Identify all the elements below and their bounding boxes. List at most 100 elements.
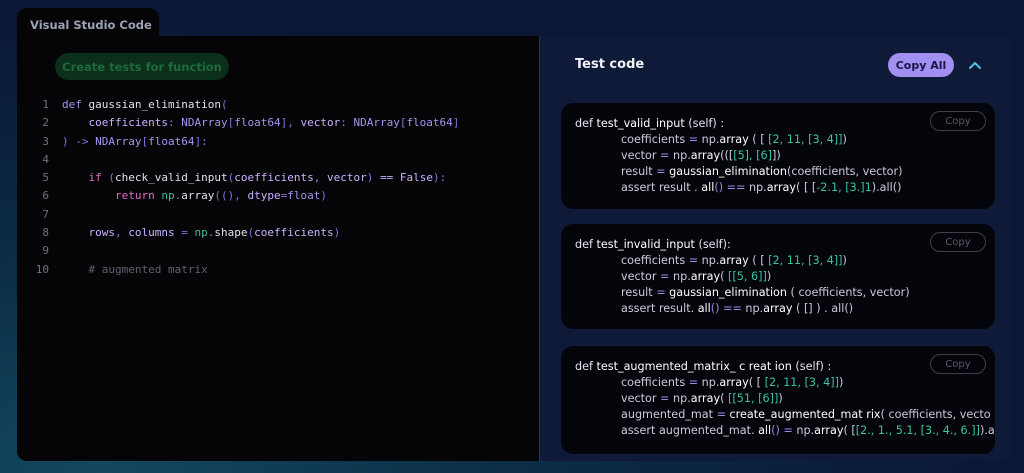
code-token: = [656, 270, 673, 283]
code-token: = [685, 133, 702, 146]
copy-all-button[interactable]: Copy All [888, 53, 954, 77]
code-token: (self) : [684, 117, 725, 130]
code-token: vector [300, 116, 341, 130]
code-token: ( [] ) . all() [792, 302, 854, 315]
code-token: shape [214, 226, 248, 240]
code-token: : [340, 116, 347, 130]
code-token: rows [88, 226, 116, 240]
code-token: [2., 1., 5.1, [3., 4., 6.]] [855, 424, 980, 437]
line-number: 1 [42, 98, 49, 111]
code-token: (([ [720, 149, 734, 162]
code-token: [5], [6] [733, 149, 773, 162]
code-token: ) [320, 189, 327, 203]
code-token: np. [673, 149, 691, 162]
code-token: ( [720, 392, 729, 405]
code-token: [2, 11, [3, 4]] [768, 254, 843, 267]
code-token: ( [ [748, 133, 769, 146]
code-line: 7 [17, 206, 539, 224]
code-token: np. [701, 133, 720, 146]
code-token: test_augmented_matrix_ c reat ion [596, 360, 792, 373]
create-tests-button[interactable]: Create tests for function [55, 53, 229, 80]
code-lines[interactable]: 1 def gaussian_elimination ( 2 coefficient… [17, 96, 539, 279]
code-token: np. [673, 392, 691, 405]
test-line: augmented_mat = create_augmented_mat rix… [621, 407, 991, 422]
code-token: return [114, 189, 155, 203]
code-token: ( [108, 171, 115, 185]
code-token: ] [452, 116, 460, 130]
test-line: assert augmented_mat. all() = np.array( … [621, 423, 995, 438]
code-token: np. [673, 270, 691, 283]
code-token: float [287, 189, 321, 203]
code-token: all [758, 424, 772, 437]
code-token: def [575, 238, 597, 251]
code-token: gaussian_elimination [88, 98, 221, 111]
code-token: coefficients [621, 133, 686, 146]
code-token: = [652, 286, 670, 299]
copy-button[interactable]: Copy [930, 111, 986, 131]
test-code-panel: Test code Copy All Copy def test_valid_i… [539, 36, 1013, 461]
code-token: array [690, 392, 721, 405]
code-token: ) [766, 270, 772, 283]
code-token: , [313, 171, 321, 185]
code-token: = [685, 376, 702, 389]
code-token: def [62, 98, 82, 111]
code-token: coefficients [621, 376, 686, 389]
code-token: = [652, 165, 670, 178]
test-line: def test_valid_input (self) : [575, 116, 724, 131]
test-line: coefficients = np.array( [ [2, 11, [3, 4… [621, 375, 843, 390]
test-card-valid-input: Copy def test_valid_input (self) : coeff… [561, 103, 995, 209]
code-token: result [621, 286, 653, 299]
code-token: [[5, 6]] [728, 270, 767, 283]
app-window: Create tests for function 1 def gaussian_… [17, 36, 1013, 461]
code-token: = [685, 254, 702, 267]
copy-button[interactable]: Copy [930, 232, 986, 252]
code-token: [2, 11, [3, 4]] [764, 376, 839, 389]
test-line: assert result . all() == np.array( [ [-2… [621, 180, 901, 195]
test-line: assert result. all() == np.array ( [] ) … [621, 301, 853, 316]
code-token: assert augmented_mat. [621, 424, 759, 437]
code-token: = [656, 149, 673, 162]
code-token: ( coefficients, vector) [787, 286, 910, 299]
copy-button[interactable]: Copy [930, 354, 986, 374]
code-token: (self): [694, 238, 731, 251]
code-editor[interactable]: Create tests for function 1 def gaussian_… [17, 36, 539, 461]
code-token: (coefficients, vector) [787, 165, 903, 178]
code-line: 2 coefficients: NDArray[float64], vector… [17, 114, 539, 132]
code-token: all [701, 181, 715, 194]
code-token: = [656, 392, 673, 405]
code-token: test_invalid_input [596, 238, 695, 251]
code-token: () == [714, 181, 749, 194]
test-line: def test_invalid_input (self): [575, 237, 731, 252]
code-token: def [575, 360, 597, 373]
code-token: -2.1, [3.]1 [816, 181, 872, 194]
code-token: test_valid_input [596, 117, 685, 130]
code-token: ) [842, 254, 847, 267]
code-token: ( [ [748, 376, 765, 389]
code-token: ( [ [843, 424, 856, 437]
test-card-invalid-input: Copy def test_invalid_input (self): coef… [561, 224, 995, 329]
code-token: ) [838, 376, 844, 389]
line-number: 6 [42, 189, 49, 203]
code-token: coefficients [234, 171, 314, 185]
code-token: float64 [148, 134, 195, 148]
chevron-up-icon[interactable] [964, 53, 986, 77]
test-line: def test_augmented_matrix_ c reat ion (s… [575, 359, 831, 374]
code-token: ]: [194, 134, 208, 148]
code-token: ( [ [748, 254, 769, 267]
code-token: array [181, 189, 215, 203]
line-number: 4 [42, 152, 49, 166]
code-line: 1 def gaussian_elimination( [17, 96, 539, 114]
code-token: vector [326, 171, 367, 185]
code-token: np. [701, 376, 720, 389]
code-token: np [161, 189, 175, 203]
code-token: : [167, 116, 175, 130]
code-line: 9 [17, 242, 539, 260]
code-token: assert result. [621, 302, 698, 315]
line-number: 8 [42, 226, 49, 240]
code-token: ).all() [871, 181, 902, 194]
test-line: coefficients = np.array ( [ [2, 11, [3, … [621, 132, 847, 147]
code-comment: # augmented matrix [88, 262, 208, 276]
code-token: ).all [979, 424, 995, 437]
code-token: coefficients [621, 254, 686, 267]
code-token: ]) [772, 149, 781, 162]
